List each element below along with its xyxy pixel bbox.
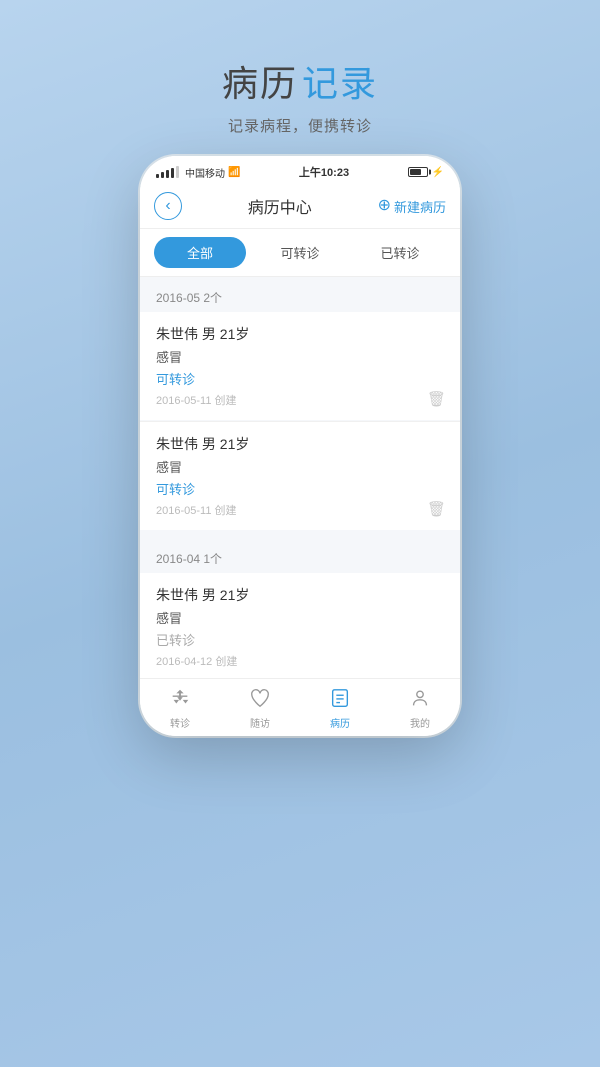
tab-transfer-label: 转诊 xyxy=(170,715,190,730)
new-icon: ⊕ xyxy=(378,198,391,214)
date-3: 2016-04-12 创建 xyxy=(156,653,444,669)
header-title-black: 病历 xyxy=(222,55,298,107)
carrier-label: 中国移动 xyxy=(185,165,225,180)
wifi-icon: 📶 xyxy=(228,167,240,178)
status-1: 可转诊 xyxy=(156,369,444,388)
status-3: 已转诊 xyxy=(156,630,444,649)
new-record-button[interactable]: ⊕ 新建病历 xyxy=(378,197,446,216)
header-subtitle: 记录病程，便携转诊 xyxy=(222,115,378,136)
tab-mine-label: 我的 xyxy=(410,715,430,730)
tab-all[interactable]: 全部 xyxy=(154,237,246,268)
status-time: 上午10:23 xyxy=(299,164,349,180)
delete-icon-2[interactable]: 🗑 xyxy=(427,500,446,518)
tab-records[interactable]: 病历 xyxy=(300,679,380,736)
back-icon: ‹ xyxy=(165,197,170,215)
bottom-tab-bar: 转诊 随访 病历 xyxy=(140,678,460,736)
date-1: 2016-05-11 创建 xyxy=(156,392,444,408)
filter-tab-bar: 全部 可转诊 已转诊 xyxy=(140,229,460,277)
tab-mine[interactable]: 我的 xyxy=(380,679,460,736)
status-2: 可转诊 xyxy=(156,479,444,498)
tab-transfer[interactable]: 转诊 xyxy=(140,679,220,736)
record-card-1[interactable]: 朱世伟 男 21岁 感冒 可转诊 2016-05-11 创建 🗑 xyxy=(140,312,460,420)
charging-icon: ⚡ xyxy=(432,167,444,178)
record-card-2[interactable]: 朱世伟 男 21岁 感冒 可转诊 2016-05-11 创建 🗑 xyxy=(140,421,460,530)
header-title-row: 病历 记录 xyxy=(222,55,378,107)
patient-name-3: 朱世伟 男 21岁 xyxy=(156,585,444,605)
date-2: 2016-05-11 创建 xyxy=(156,502,444,518)
nav-title: 病历中心 xyxy=(248,194,312,218)
nav-bar: ‹ 病历中心 ⊕ 新建病历 xyxy=(140,184,460,229)
tab-followup[interactable]: 随访 xyxy=(220,679,300,736)
diagnosis-1: 感冒 xyxy=(156,347,444,366)
page-header: 病历 记录 记录病程，便携转诊 xyxy=(222,55,378,136)
phone-mockup: 中国移动 📶 上午10:23 ⚡ ‹ 病历中心 ⊕ 新建病历 全部 可转诊 已转… xyxy=(140,156,460,736)
group-header-2: 2016-04 1个 xyxy=(140,538,460,573)
back-button[interactable]: ‹ xyxy=(154,192,182,220)
tab-records-label: 病历 xyxy=(330,715,350,730)
battery-icon xyxy=(408,167,428,177)
diagnosis-2: 感冒 xyxy=(156,457,444,476)
header-title-blue: 记录 xyxy=(302,55,378,107)
records-icon xyxy=(329,687,351,713)
new-label: 新建病历 xyxy=(394,197,446,216)
patient-name-1: 朱世伟 男 21岁 xyxy=(156,324,444,344)
patient-name-2: 朱世伟 男 21岁 xyxy=(156,434,444,454)
status-right: ⚡ xyxy=(408,167,444,178)
tab-transferable[interactable]: 可转诊 xyxy=(254,237,346,268)
group-header-1: 2016-05 2个 xyxy=(140,277,460,312)
signal-icon xyxy=(156,166,179,178)
tab-transferred[interactable]: 已转诊 xyxy=(354,237,446,268)
transfer-icon xyxy=(169,687,191,713)
record-card-3[interactable]: 朱世伟 男 21岁 感冒 已转诊 2016-04-12 创建 xyxy=(140,573,460,678)
tab-followup-label: 随访 xyxy=(250,715,270,730)
diagnosis-3: 感冒 xyxy=(156,608,444,627)
delete-icon-1[interactable]: 🗑 xyxy=(427,390,446,408)
status-bar: 中国移动 📶 上午10:23 ⚡ xyxy=(140,156,460,184)
person-icon xyxy=(409,687,431,713)
status-left: 中国移动 📶 xyxy=(156,165,240,180)
heart-icon xyxy=(249,687,271,713)
content-area: 2016-05 2个 朱世伟 男 21岁 感冒 可转诊 2016-05-11 创… xyxy=(140,277,460,678)
